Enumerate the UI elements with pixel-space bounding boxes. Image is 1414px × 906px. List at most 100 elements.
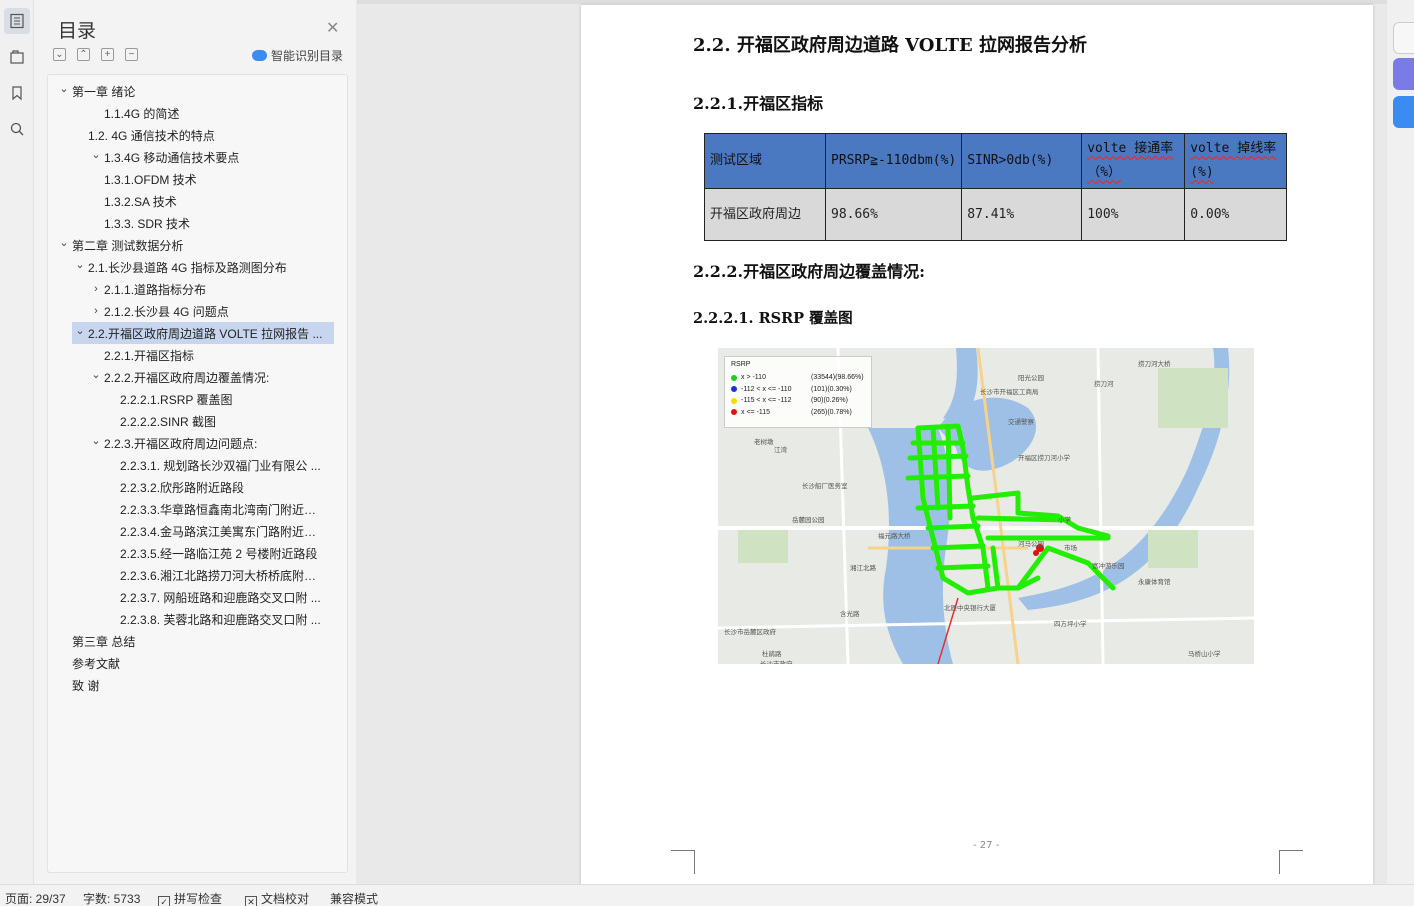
search-icon[interactable]: [4, 116, 30, 142]
toc-panel-icon[interactable]: [4, 8, 30, 34]
chevron-down-icon[interactable]: ⌄: [56, 82, 72, 95]
subsection-heading-kpi: 2.2.1.开福区指标: [693, 94, 824, 113]
toc-item[interactable]: 2.2.3.2.欣彤路附近路段: [104, 476, 326, 498]
doc-tool-icon[interactable]: [1393, 58, 1414, 90]
doc-check-toggle[interactable]: ✕ 文档校对: [245, 890, 309, 906]
toc-item[interactable]: 2.2.3.8. 芙蓉北路和迎鹿路交叉口附 ...: [104, 608, 326, 630]
toc-item-label: 参考文献: [72, 656, 121, 671]
chevron-right-icon[interactable]: ›: [88, 305, 104, 317]
toc-item[interactable]: 2.2.3.3.华章路恒鑫南北湾南门附近路 ...: [104, 498, 326, 520]
toc-item[interactable]: 2.2.2.2.SINR 截图: [104, 410, 326, 432]
toc-item[interactable]: › 2.1.1.道路指标分布: [88, 278, 326, 300]
legend-range: -115 < x <= -112: [741, 397, 792, 405]
map-label: 永康体育馆: [1138, 579, 1171, 586]
collapse-all-icon[interactable]: ⌄: [53, 48, 66, 61]
toc-item[interactable]: 1.1.4G 的简述: [88, 102, 326, 124]
map-label: 北辰中央银行大厦: [944, 605, 996, 612]
chevron-down-icon[interactable]: ⌄: [88, 434, 104, 447]
map-label: 岳麓园公园: [792, 517, 825, 524]
section-nav-icon[interactable]: [4, 44, 30, 70]
toc-item-label: 2.1.1.道路指标分布: [104, 282, 207, 297]
map-label: 长沙市开福区工商局: [980, 389, 1039, 396]
left-icon-rail: [0, 0, 34, 884]
toc-item-label: 2.2.3.2.欣彤路附近路段: [120, 480, 245, 495]
checkbox-icon: ✕: [245, 896, 257, 906]
table-cell: 100%: [1081, 188, 1186, 241]
chevron-down-icon[interactable]: ⌄: [88, 368, 104, 381]
table-header-text: volte 接通率（%）: [1087, 141, 1174, 180]
page-indicator[interactable]: 页面: 29/37: [5, 890, 66, 906]
map-label: 长沙市岳麓区政府: [724, 629, 776, 636]
toc-item[interactable]: 2.2.3.6.湘江北路捞刀河大桥桥底附近 ...: [104, 564, 326, 586]
toc-item[interactable]: 1.3.1.OFDM 技术: [88, 168, 326, 190]
toc-item-label: 1.3.3. SDR 技术: [104, 216, 191, 231]
map-label: 杜鹃路: [762, 651, 782, 658]
toc-panel: 目录 ✕ ⌄ ⌃ + − 智能识别目录 ⌄ 第一章 绪论 1.1.4G 的简述 1.2…: [34, 0, 356, 884]
toc-item-label: 2.2.开福区政府周边道路 VOLTE 拉网报告 ...: [88, 326, 323, 341]
toc-item-label: 2.2.3.开福区政府周边问题点:: [104, 436, 258, 451]
rsrp-coverage-map: 长沙市开福区工商局 阳光公园 交通警察 开福区捞刀河小学 长沙船厂医务室 岳麓园公园 福元路…: [718, 348, 1254, 664]
legend-stat: (101)(0.30%): [811, 385, 852, 393]
word-count[interactable]: 字数: 5733: [83, 890, 140, 906]
toc-item[interactable]: 2.2.3.7. 网船班路和迎鹿路交叉口附 ...: [104, 586, 326, 608]
kpi-table: 测试区域 PRSRP≧-110dbm(%) SINR>0db(%) volte …: [704, 133, 1288, 241]
toc-item[interactable]: ⌄ 2.2.开福区政府周边道路 VOLTE 拉网报告 ...: [72, 322, 334, 344]
toc-item-label: 2.2.3.8. 芙蓉北路和迎鹿路交叉口附 ...: [120, 612, 321, 627]
toc-title: 目录: [58, 21, 97, 42]
close-icon[interactable]: ✕: [326, 18, 339, 38]
toc-item[interactable]: ⌄ 2.1.长沙县道路 4G 指标及路测图分布: [72, 256, 326, 278]
chevron-down-icon[interactable]: ⌄: [56, 236, 72, 249]
chevron-right-icon[interactable]: ›: [88, 283, 104, 295]
toc-item-label: 1.2. 4G 通信技术的特点: [88, 128, 215, 143]
toc-list: ⌄ 第一章 绪论 1.1.4G 的简述 1.2. 4G 通信技术的特点 ⌄ 1.3.4G …: [47, 74, 348, 873]
chevron-down-icon[interactable]: ⌄: [88, 148, 104, 161]
toc-item-label: 2.1.2.长沙县 4G 问题点: [104, 304, 229, 319]
toc-item-label: 第一章 绪论: [72, 84, 136, 99]
toc-item-label: 2.2.3.4.金马路滨江美寓东门路附近路 ...: [120, 524, 326, 539]
toc-item[interactable]: › 2.1.2.长沙县 4G 问题点: [88, 300, 326, 322]
legend-color-dot: [731, 374, 737, 381]
toc-item[interactable]: 2.2.1.开福区指标: [88, 344, 326, 366]
toc-item-label: 1.3.4G 移动通信技术要点: [104, 150, 240, 165]
document-page: 2.2. 开福区政府周边道路 VOLTE 拉网报告分析 2.2.1.开福区指标 …: [581, 5, 1373, 884]
legend-range: x <= -115: [741, 408, 771, 416]
map-label: 福元路大桥: [878, 533, 911, 540]
park: [738, 528, 788, 563]
note-tool-icon[interactable]: [1393, 96, 1414, 128]
toc-item[interactable]: 参考文献: [56, 652, 326, 674]
collapse-up-icon[interactable]: [1393, 22, 1414, 54]
legend-range: x > -110: [741, 374, 766, 382]
toc-item[interactable]: 致 谢: [56, 674, 326, 696]
table-header-text: volte 掉线率(%): [1190, 141, 1277, 180]
toc-item-label: 2.2.2.2.SINR 截图: [120, 414, 217, 429]
toc-item[interactable]: ⌄ 1.3.4G 移动通信技术要点: [88, 146, 326, 168]
status-bar: 页面: 29/37 字数: 5733 ✓ 拼写检查 ✕ 文档校对 兼容模式: [0, 884, 1414, 906]
map-label: 四方坪小学: [1054, 621, 1087, 628]
remove-item-icon[interactable]: −: [125, 48, 138, 61]
add-item-icon[interactable]: +: [101, 48, 114, 61]
map-label: 湘江北路: [850, 565, 876, 572]
legend-color-dot: [731, 386, 737, 393]
toc-item[interactable]: 1.3.2.SA 技术: [88, 190, 326, 212]
map-label: 阳光公园: [1018, 375, 1044, 382]
toc-item[interactable]: 第三章 总结: [56, 630, 326, 652]
toc-item[interactable]: ⌄ 第二章 测试数据分析: [56, 234, 326, 256]
map-label: 交通警察: [1008, 419, 1034, 426]
chevron-down-icon[interactable]: ⌄: [72, 258, 88, 271]
chevron-down-icon[interactable]: ⌄: [72, 324, 88, 337]
bookmark-icon[interactable]: [4, 80, 30, 106]
toc-item[interactable]: 2.2.3.1. 规划路长沙双福门业有限公 ...: [104, 454, 326, 476]
smart-toc-button[interactable]: 智能识别目录: [252, 47, 343, 64]
toc-item[interactable]: 2.2.3.5.经一路临江苑 2 号楼附近路段: [104, 542, 326, 564]
toc-item[interactable]: ⌄ 2.2.3.开福区政府周边问题点:: [88, 432, 326, 454]
toc-item[interactable]: ⌄ 第一章 绪论: [56, 80, 326, 102]
expand-up-icon[interactable]: ⌃: [77, 48, 90, 61]
toc-item[interactable]: ⌄ 2.2.2.开福区政府周边覆盖情况:: [88, 366, 326, 388]
toc-item[interactable]: 1.3.3. SDR 技术: [88, 212, 326, 234]
section-heading: 2.2. 开福区政府周边道路 VOLTE 拉网报告分析: [693, 35, 1088, 56]
toc-item[interactable]: 1.2. 4G 通信技术的特点: [72, 124, 326, 146]
toc-item[interactable]: 2.2.2.1.RSRP 覆盖图: [104, 388, 326, 410]
spell-check-toggle[interactable]: ✓ 拼写检查: [158, 890, 222, 906]
margin-mark: [671, 850, 695, 874]
toc-item[interactable]: 2.2.3.4.金马路滨江美寓东门路附近路 ...: [104, 520, 326, 542]
